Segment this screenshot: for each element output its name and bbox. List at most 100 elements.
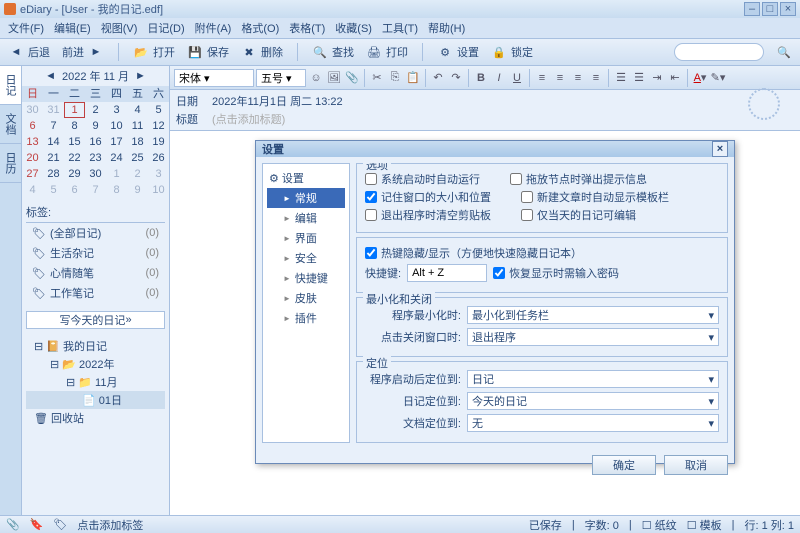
tag-item[interactable]: 🏷 工作笔记(0) — [26, 283, 165, 303]
cal-prev[interactable]: ◄ — [45, 70, 56, 82]
calendar-day[interactable]: 14 — [43, 134, 64, 150]
calendar-day[interactable]: 7 — [85, 182, 106, 198]
write-today-button[interactable]: 写今天的日记 » — [26, 311, 165, 329]
tree-month[interactable]: ⊟ 📁 11月 — [26, 373, 165, 391]
align-right-icon[interactable]: ≡ — [570, 70, 586, 86]
menu-item[interactable]: 编辑(E) — [50, 18, 95, 38]
calendar-day[interactable]: 1 — [106, 166, 127, 182]
align-left-icon[interactable]: ≡ — [534, 70, 550, 86]
menu-item[interactable]: 文件(F) — [4, 18, 48, 38]
calendar-day[interactable]: 2 — [85, 102, 106, 118]
settings-tree-item[interactable]: 界面 — [267, 228, 345, 248]
forward-button[interactable]: 前进► — [62, 44, 104, 60]
tag-item[interactable]: 🏷 (全部日记)(0) — [26, 223, 165, 243]
calendar-day[interactable]: 13 — [22, 134, 43, 150]
menu-item[interactable]: 工具(T) — [378, 18, 422, 38]
calendar-day[interactable]: 30 — [22, 102, 43, 118]
calendar-day[interactable]: 7 — [43, 118, 64, 134]
tree-root[interactable]: ⊟ 📔 我的日记 — [26, 337, 165, 355]
italic-icon[interactable]: I — [491, 70, 507, 86]
option-checkbox[interactable]: 新建文章时自动显示模板栏 — [521, 188, 669, 206]
calendar-day[interactable]: 24 — [106, 150, 127, 166]
align-center-icon[interactable]: ≡ — [552, 70, 568, 86]
vertical-tab[interactable]: 日历 — [0, 144, 21, 183]
tag-status-icon[interactable]: 🏷 — [53, 518, 67, 531]
calendar-day[interactable]: 11 — [127, 118, 148, 134]
calendar-day[interactable]: 5 — [43, 182, 64, 198]
option-checkbox[interactable]: 记住窗口的大小和位置 — [365, 188, 491, 206]
option-checkbox[interactable]: 仅当天的日记可编辑 — [521, 206, 636, 224]
calendar-day[interactable]: 30 — [85, 166, 106, 182]
search-go-icon[interactable]: 🔍 — [776, 44, 792, 60]
settings-tree-item[interactable]: 皮肤 — [267, 288, 345, 308]
delete-button[interactable]: ✖删除 — [241, 44, 283, 60]
open-button[interactable]: 📂打开 — [133, 44, 175, 60]
template-toggle[interactable]: 模板 — [700, 520, 722, 532]
calendar-day[interactable]: 12 — [148, 118, 169, 134]
bookmark-status-icon[interactable]: 🔖 — [30, 518, 44, 531]
calendar-day[interactable]: 26 — [148, 150, 169, 166]
calendar-day[interactable]: 6 — [22, 118, 43, 134]
calendar-day[interactable]: 16 — [85, 134, 106, 150]
list-icon[interactable]: ☰ — [613, 70, 629, 86]
calendar-day[interactable]: 18 — [127, 134, 148, 150]
attach-status-icon[interactable]: 📎 — [6, 518, 20, 531]
vertical-tab[interactable]: 文档 — [0, 105, 21, 144]
settings-tree-item[interactable]: 编辑 — [267, 208, 345, 228]
indent-icon[interactable]: ⇥ — [649, 70, 665, 86]
settings-tree-item[interactable]: 安全 — [267, 248, 345, 268]
vertical-tab[interactable]: 日记 — [0, 66, 21, 105]
settings-tree-root[interactable]: ⚙ 设置 — [267, 168, 345, 188]
calendar-day[interactable]: 25 — [127, 150, 148, 166]
tree-recycle[interactable]: 🗑 回收站 — [26, 409, 165, 427]
copy-icon[interactable]: ⎘ — [387, 70, 403, 86]
calendar-day[interactable]: 27 — [22, 166, 43, 182]
calendar-day[interactable]: 4 — [22, 182, 43, 198]
cal-next[interactable]: ► — [135, 70, 146, 82]
search-input[interactable] — [674, 43, 764, 61]
cut-icon[interactable]: ✂ — [369, 70, 385, 86]
calendar-day[interactable]: 10 — [148, 182, 169, 198]
calendar-day[interactable]: 21 — [43, 150, 64, 166]
redo-icon[interactable]: ↷ — [448, 70, 464, 86]
menu-item[interactable]: 表格(T) — [285, 18, 329, 38]
calendar-day[interactable]: 5 — [148, 102, 169, 118]
fontcolor-icon[interactable]: A▾ — [692, 70, 708, 86]
calendar-day[interactable]: 20 — [22, 150, 43, 166]
calendar-day[interactable]: 9 — [85, 118, 106, 134]
menu-item[interactable]: 附件(A) — [191, 18, 236, 38]
calendar-day[interactable]: 8 — [64, 118, 85, 134]
tree-year[interactable]: ⊟ 📂 2022年 — [26, 355, 165, 373]
underline-icon[interactable]: U — [509, 70, 525, 86]
minimize-button[interactable]: – — [744, 2, 760, 16]
emoji-icon[interactable]: ☺ — [308, 70, 324, 86]
calendar-day[interactable]: 1 — [64, 102, 85, 118]
calendar-day[interactable]: 19 — [148, 134, 169, 150]
settings-tree-item[interactable]: 快捷键 — [267, 268, 345, 288]
save-button[interactable]: 💾保存 — [187, 44, 229, 60]
tag-item[interactable]: 🏷 心情随笔(0) — [26, 263, 165, 283]
menu-item[interactable]: 日记(D) — [143, 18, 188, 38]
calendar-day[interactable]: 10 — [106, 118, 127, 134]
paste-icon[interactable]: 📋 — [405, 70, 421, 86]
settings-tree-item[interactable]: 插件 — [267, 308, 345, 328]
restore-pwd-checkbox[interactable]: 恢复显示时需输入密码 — [493, 264, 619, 282]
menu-item[interactable]: 帮助(H) — [424, 18, 469, 38]
close-button[interactable]: × — [780, 2, 796, 16]
calendar-day[interactable]: 15 — [64, 134, 85, 150]
locate-doc-select[interactable]: 无▾ — [467, 414, 719, 432]
calendar-day[interactable]: 23 — [85, 150, 106, 166]
calendar-day[interactable]: 3 — [148, 166, 169, 182]
calendar-day[interactable]: 29 — [64, 166, 85, 182]
hotkey-input[interactable] — [407, 264, 487, 282]
menu-item[interactable]: 视图(V) — [97, 18, 142, 38]
menu-item[interactable]: 收藏(S) — [331, 18, 376, 38]
font-select[interactable]: 宋体 ▾ — [174, 69, 254, 87]
back-button[interactable]: ◄后退 — [8, 44, 50, 60]
calendar-day[interactable]: 6 — [64, 182, 85, 198]
settings-tree-item[interactable]: 常规 — [267, 188, 345, 208]
calendar-day[interactable]: 2 — [127, 166, 148, 182]
title-input[interactable]: (点击添加标题) — [212, 111, 285, 127]
minimize-select[interactable]: 最小化到任务栏▾ — [467, 306, 719, 324]
search-button[interactable]: 🔍查找 — [312, 44, 354, 60]
